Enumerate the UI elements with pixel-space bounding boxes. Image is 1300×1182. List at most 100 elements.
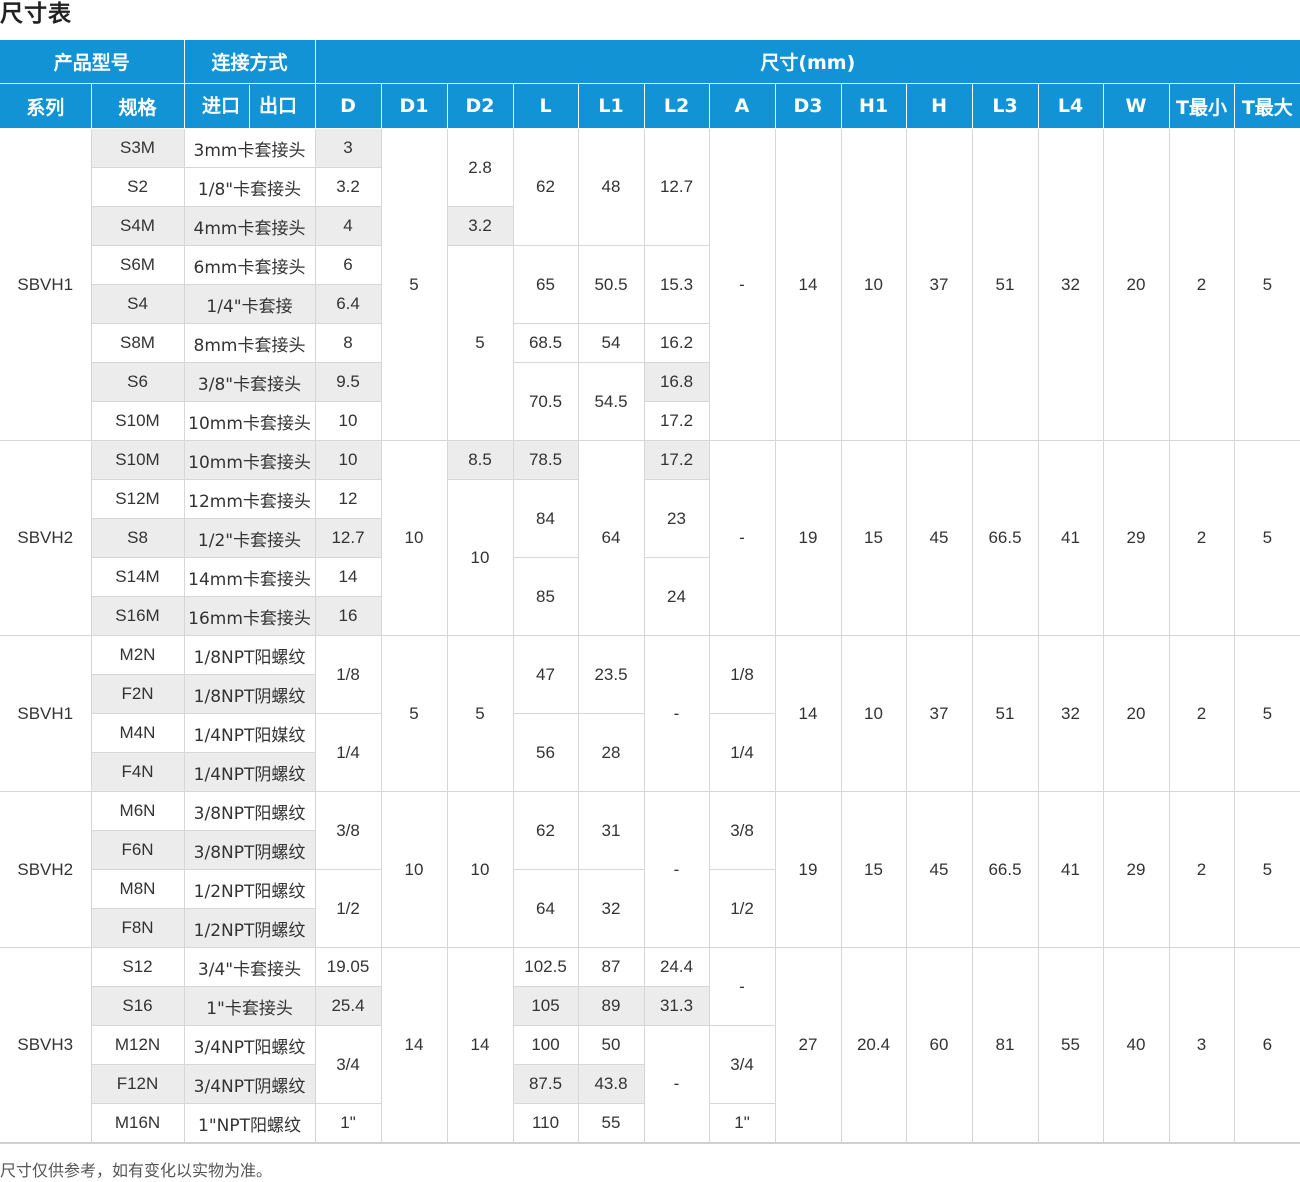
a-cell: 1" [708, 1103, 776, 1144]
spec-cell: S4M [91, 206, 185, 246]
tmax-cell: 5 [1233, 635, 1300, 792]
w-cell: 20 [1102, 128, 1170, 441]
spec-cell: S3M [90, 128, 185, 168]
series-cell: SBVH1 [0, 128, 92, 441]
spec-cell: S12M [91, 479, 185, 519]
series-cell: SBVH3 [0, 947, 92, 1144]
spec-cell: F4N [91, 752, 185, 792]
d3-cell: 19 [774, 440, 842, 636]
d2-cell: 3.2 [446, 206, 514, 246]
h1-cell: 10 [840, 128, 907, 441]
spec-cell: M2N [90, 635, 185, 675]
header-product-model: 产品型号 [0, 40, 185, 84]
l2-cell: - [643, 635, 710, 792]
d2-cell: 10 [446, 479, 514, 636]
l3-cell: 66.5 [971, 791, 1039, 948]
tmin-cell: 2 [1168, 635, 1235, 792]
header-col-d3: D3 [774, 83, 842, 129]
a-cell: 1/2 [708, 869, 776, 948]
d-cell: 25.4 [314, 986, 382, 1026]
w-cell: 20 [1102, 635, 1170, 792]
l2-cell: 16.8 [643, 362, 710, 402]
header-col-l2: L2 [643, 83, 710, 129]
d-cell: 1/8 [314, 635, 382, 714]
spec-cell: S14M [91, 557, 185, 597]
d1-cell: 14 [380, 947, 448, 1144]
spec-cell: F6N [91, 830, 185, 870]
connection-cell: 6mm卡套接头 [183, 245, 316, 285]
l3-cell: 51 [971, 128, 1039, 441]
connection-cell: 16mm卡套接头 [183, 596, 316, 636]
spec-cell: S12 [90, 947, 185, 987]
l4-cell: 41 [1037, 440, 1104, 636]
connection-cell: 1/4"卡套接 [183, 284, 316, 324]
l2-cell: 17.2 [643, 401, 710, 441]
tmin-cell: 3 [1168, 947, 1235, 1144]
connection-cell: 1/8NPT阳螺纹 [183, 635, 316, 675]
d1-cell: 5 [380, 635, 448, 792]
h1-cell: 15 [840, 791, 907, 948]
d-cell: 10 [314, 440, 382, 480]
spec-cell: M6N [90, 791, 185, 831]
spec-cell: S10M [91, 401, 185, 441]
spec-cell: M4N [91, 713, 185, 753]
d-cell: 10 [314, 401, 382, 441]
d-cell: 1/2 [314, 869, 382, 948]
l1-cell: 48 [577, 128, 645, 246]
d2-cell: 5 [446, 635, 514, 792]
connection-cell: 10mm卡套接头 [183, 401, 316, 441]
l1-cell: 50.5 [577, 245, 645, 324]
header-outlet: 出口 [259, 94, 298, 117]
header-inlet-outlet: 进口 出口 [183, 83, 316, 129]
l-cell: 78.5 [512, 440, 579, 480]
header-inlet: 进口 [202, 94, 241, 117]
d-cell: 4 [314, 206, 382, 246]
d3-cell: 19 [774, 791, 842, 948]
spec-cell: M12N [91, 1025, 185, 1065]
spec-cell: F12N [91, 1064, 185, 1104]
l4-cell: 32 [1037, 128, 1104, 441]
header-col-d1: D1 [380, 83, 448, 129]
d2-cell: 10 [446, 791, 514, 948]
l2-cell: 17.2 [643, 440, 710, 480]
footnote: 尺寸仅供参考，如有变化以实物为准。 [0, 1161, 273, 1180]
series-cell: SBVH2 [0, 791, 92, 948]
connection-cell: 4mm卡套接头 [183, 206, 316, 246]
d-cell: 8 [314, 323, 382, 363]
connection-cell: 1/8"卡套接头 [183, 167, 316, 207]
d-cell: 9.5 [314, 362, 382, 402]
l1-cell: 89 [577, 986, 645, 1026]
l-cell: 87.5 [512, 1064, 579, 1104]
l-cell: 56 [512, 713, 579, 792]
l1-cell: 31 [577, 791, 645, 870]
header-series: 系列 [0, 83, 92, 129]
d-cell: 19.05 [314, 947, 382, 987]
l-cell: 64 [512, 869, 579, 948]
l4-cell: 32 [1037, 635, 1104, 792]
l2-cell: 16.2 [643, 323, 710, 363]
header-col-l4: L4 [1037, 83, 1104, 129]
connection-cell: 3/4NPT阳螺纹 [183, 1025, 316, 1065]
h-cell: 60 [905, 947, 973, 1144]
header-col-d: D [314, 83, 382, 129]
l1-cell: 87 [577, 947, 645, 987]
l-cell: 110 [512, 1103, 579, 1144]
l1-cell: 32 [577, 869, 645, 948]
d-cell: 14 [314, 557, 382, 597]
spec-cell: M8N [91, 869, 185, 909]
a-cell: - [708, 947, 776, 1026]
spec-cell: S16M [91, 596, 185, 636]
spec-cell: S4 [91, 284, 185, 324]
d-cell: 1" [314, 1103, 382, 1144]
l1-cell: 28 [577, 713, 645, 792]
dimension-table: 产品型号 连接方式 尺寸(mm) 系列 规格 进口 出口 D D1 D2 L L1… [0, 40, 1300, 1144]
d-cell: 12 [314, 479, 382, 519]
header-col-l1: L1 [577, 83, 645, 129]
connection-cell: 3/8NPT阴螺纹 [183, 830, 316, 870]
tmin-cell: 2 [1168, 791, 1235, 948]
l-cell: 102.5 [512, 947, 579, 987]
d1-cell: 5 [380, 128, 448, 441]
a-cell: 1/8 [708, 635, 776, 714]
tmin-cell: 2 [1168, 440, 1235, 636]
connection-cell: 1/4NPT阳媒纹 [183, 713, 316, 753]
